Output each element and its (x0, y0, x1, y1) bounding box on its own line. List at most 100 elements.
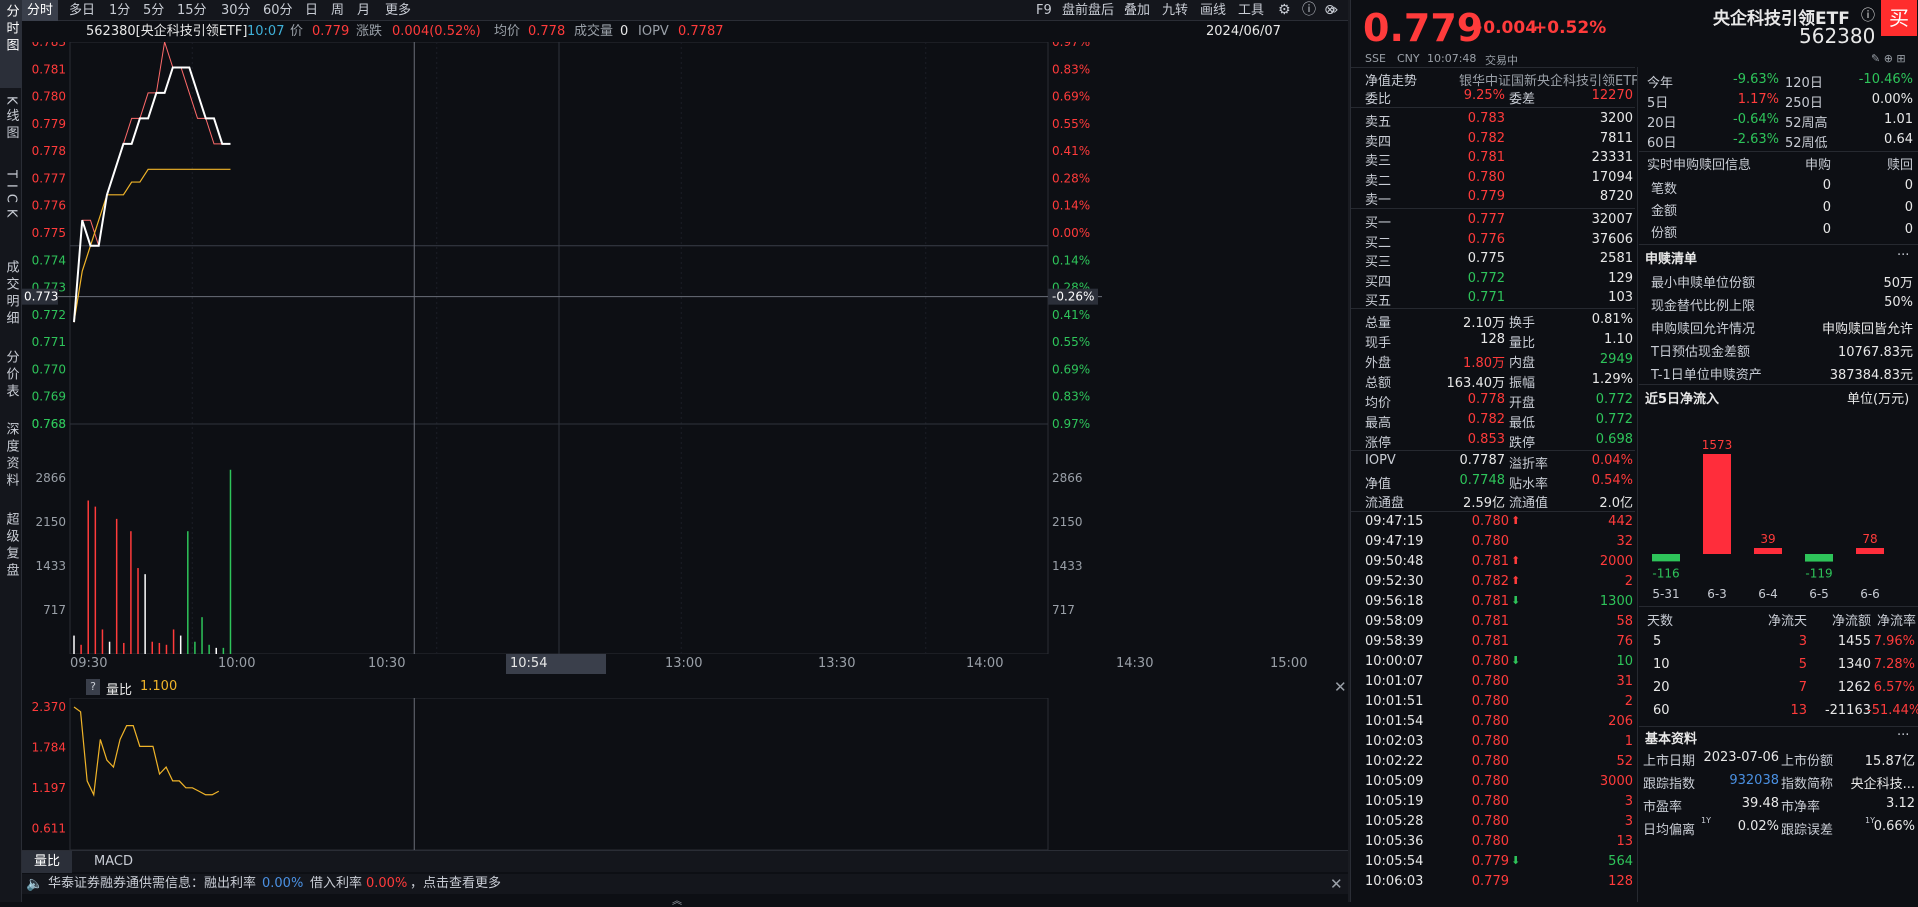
inflow-table-header: 净流额 (1831, 614, 1871, 629)
more-icon[interactable]: ··· (1897, 248, 1909, 263)
intraday-chart[interactable]: 0.783 0.97% 0.781 0.83% 0.780 0.69% 0.779 0.55%… (22, 42, 1348, 674)
tab-multi-day[interactable]: 多日 (64, 0, 100, 21)
ask-label: 卖一 (1365, 193, 1392, 209)
tab-week[interactable]: 周 (326, 0, 349, 21)
vtab-replay[interactable]: 超级复盘 (0, 508, 22, 592)
more-icon[interactable]: ··· (1897, 728, 1909, 743)
vtab-label: 分时图 (3, 4, 19, 55)
tab-5min[interactable]: 5分 (138, 0, 169, 21)
tick-price: 0.780 (1471, 514, 1509, 529)
tools-button[interactable]: 工具 (1238, 0, 1264, 21)
bid-volume: 129 (1608, 270, 1633, 286)
inflow-bar (1805, 554, 1833, 562)
vol-tick-label: 2866 (1052, 471, 1083, 485)
tab-15min[interactable]: 15分 (172, 0, 212, 21)
stat-value: 2.10万 (1463, 316, 1505, 331)
perf-value: 0.64 (1884, 132, 1913, 147)
tick-time: 09:56:18 (1365, 594, 1424, 609)
gear-icon[interactable]: ⚙ (1278, 0, 1291, 21)
cursor-price-label: 0.773 (24, 290, 58, 304)
tab-more[interactable]: 更多 (380, 0, 416, 21)
tick-volume: 58 (1616, 614, 1633, 629)
nav-trend-label[interactable]: 净值走势 (1365, 70, 1417, 89)
stat-value: 0.853 (1467, 432, 1505, 447)
inflow-rate: 6.57% (1873, 680, 1915, 695)
tab-1min[interactable]: 1分 (104, 0, 135, 21)
stat-label: 振幅 (1509, 376, 1536, 391)
expand-icon[interactable]: » (1330, 0, 1339, 20)
vtab-trade-detail[interactable]: 成交明细 (0, 256, 22, 340)
stat-label: 换手 (1509, 316, 1536, 331)
tick-time: 10:02:22 (1365, 754, 1424, 769)
draw-line-button[interactable]: 画线 (1200, 0, 1226, 21)
vtab-price-table[interactable]: 分价表 (0, 346, 22, 412)
tab-day[interactable]: 日 (300, 0, 323, 21)
subtab-macd[interactable]: MACD (84, 851, 143, 873)
tick-price: 0.780 (1471, 654, 1509, 669)
inflow-table-header: 净流率 (1877, 614, 1917, 629)
ask-label: 卖二 (1365, 173, 1392, 189)
y-tick-pct-label: 0.97% (1052, 417, 1090, 431)
creation-list-value: 申购赎回皆允许 (1821, 322, 1913, 337)
tick-volume: 10 (1616, 654, 1633, 669)
bid-label: 买四 (1365, 274, 1392, 290)
y-tick-label: 0.769 (32, 390, 66, 404)
help-icon[interactable]: ? (86, 679, 100, 695)
tab-month[interactable]: 月 (352, 0, 375, 21)
creation-row-value: 0 (1904, 200, 1913, 215)
vtab-tick[interactable]: TICK (0, 166, 22, 250)
basic-label: 日均偏离 (1643, 823, 1696, 838)
vtab-depth[interactable]: 深度资料 (0, 418, 22, 502)
stat-label: 总量 (1365, 316, 1392, 331)
f9-button[interactable]: F9 (1036, 0, 1052, 21)
subtab-volume-ratio[interactable]: 量比 (22, 851, 73, 873)
toolbar-icons[interactable]: ✎ ⊕ ⊞ (1871, 52, 1906, 65)
close-icon[interactable]: ✕ (1330, 874, 1343, 894)
nine-turn-button[interactable]: 九转 (1162, 0, 1188, 21)
creation-row-value: 0 (1904, 178, 1913, 193)
tick-time: 10:01:51 (1365, 694, 1424, 709)
tab-60min[interactable]: 60分 (258, 0, 298, 21)
tick-price: 0.780 (1471, 534, 1509, 549)
stat-label: 跌停 (1509, 436, 1536, 451)
volume-ratio-chart[interactable]: 2.370 1.784 1.197 0.611 (22, 698, 1348, 850)
pre-post-market-button[interactable]: 盘前盘后 (1062, 0, 1114, 21)
creation-list-value: 387384.83元 (1829, 368, 1913, 383)
tick-time: 09:47:15 (1365, 514, 1424, 529)
tick-volume: 52 (1616, 754, 1633, 769)
notice-suffix: ，点击查看更多 (410, 876, 502, 891)
tick-time: 10:06:03 (1365, 874, 1424, 889)
tick-price: 0.780 (1471, 734, 1509, 749)
stat-value: 1.29% (1591, 372, 1633, 387)
stat-label: 现手 (1365, 336, 1392, 351)
overlay-button[interactable]: 叠加 (1124, 0, 1150, 21)
time-label: 09:30 (70, 656, 108, 671)
vtab-label: K线图 (3, 96, 19, 143)
tab-30min[interactable]: 30分 (216, 0, 256, 21)
bottom-notice[interactable]: 🔈 华泰证券融券通供需信息：融出利率 0.00% 借入利率 0.00% ，点击查… (22, 874, 1348, 894)
perf-label: 今年 (1647, 76, 1674, 91)
tab-minute[interactable]: 分时 (22, 0, 59, 21)
tick-price: 0.780 (1471, 794, 1509, 809)
close-icon[interactable]: ✕ (1334, 678, 1347, 696)
y-tick-label: 0.768 (32, 417, 66, 431)
sub-chart-frame (69, 698, 1049, 850)
inflow-value-label: 1573 (1702, 438, 1733, 452)
vtab-minute[interactable]: 分时图 (0, 0, 22, 88)
inflow-table-header: 天数 (1647, 614, 1674, 629)
perf-value: -9.63% (1733, 72, 1779, 87)
info-icon[interactable]: ⓘ (1861, 5, 1875, 25)
creation-header: 实时申购赎回信息 (1647, 158, 1752, 173)
help-icon[interactable]: ⓘ (1302, 0, 1316, 21)
y-tick-pct-label: 0.97% (1052, 42, 1090, 49)
vtab-kline[interactable]: K线图 (0, 92, 22, 162)
y-tick-pct-label: 0.14% (1052, 253, 1090, 267)
y-tick-pct-label: 0.41% (1052, 308, 1090, 322)
y-tick-label: 0.783 (32, 42, 66, 49)
trading-status: 交易中 (1485, 54, 1518, 67)
vtab-label: 成交明细 (3, 260, 19, 328)
basic-label: 指数简称 (1781, 777, 1834, 792)
collapse-icon[interactable]: ︽ (672, 892, 682, 907)
buy-button[interactable]: 买 (1881, 0, 1917, 36)
order-diff-label: 委差 (1509, 92, 1536, 107)
